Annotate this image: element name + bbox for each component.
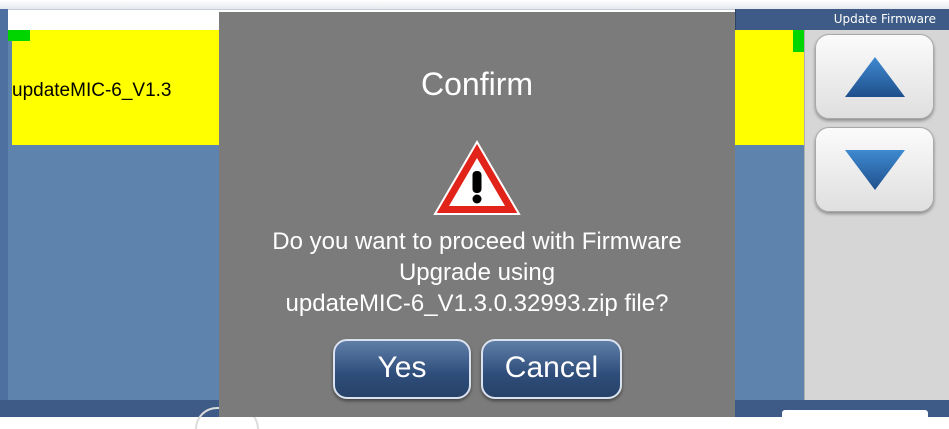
bottom-status-box bbox=[782, 410, 928, 417]
selection-marker-right bbox=[793, 30, 804, 52]
yes-button[interactable]: Yes bbox=[333, 339, 471, 399]
confirm-dialog: Confirm Do you want to proceed with Firm… bbox=[219, 12, 735, 417]
warning-icon bbox=[433, 140, 521, 215]
dialog-message-line: Do you want to proceed with Firmware bbox=[272, 228, 682, 255]
file-list-item-label: updateMIC-6_V1.3 bbox=[12, 80, 172, 101]
header-bar: Update Firmware bbox=[735, 9, 949, 30]
dialog-message: Do you want to proceed with Firmware Upg… bbox=[219, 226, 735, 319]
page-title: Update Firmware bbox=[833, 12, 936, 26]
screen: Update Firmware updateMIC-6_V1.3 Confirm… bbox=[0, 0, 949, 429]
cancel-button[interactable]: Cancel bbox=[481, 339, 622, 399]
triangle-down-icon bbox=[844, 149, 905, 190]
dialog-message-line: Upgrade using bbox=[398, 259, 556, 286]
dialog-message-line: updateMIC-6_V1.3.0.32993.zip file? bbox=[285, 290, 669, 317]
scroll-up-button[interactable] bbox=[815, 34, 934, 119]
scroll-down-button[interactable] bbox=[815, 127, 934, 212]
dialog-title: Confirm bbox=[420, 66, 533, 102]
left-edge bbox=[0, 9, 8, 400]
triangle-up-icon bbox=[844, 56, 905, 97]
selection-marker-left bbox=[8, 30, 30, 41]
side-panel bbox=[804, 30, 949, 400]
